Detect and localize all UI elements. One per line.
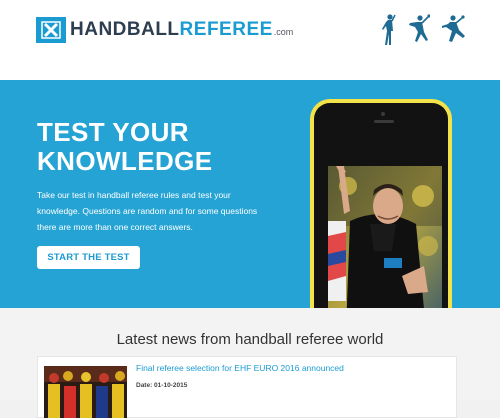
phone-frame (314, 103, 448, 308)
phone-camera (381, 112, 385, 116)
site-header: HANDBALLREFEREE.com (0, 0, 500, 80)
handball-player-throwing-icon (442, 15, 465, 42)
phone-mockup (310, 99, 452, 308)
news-article-title[interactable]: Final referee selection for EHF EURO 201… (136, 363, 344, 373)
logo-mark-icon (36, 17, 66, 43)
news-heading: Latest news from handball referee world (116, 331, 384, 348)
news-card[interactable]: Final referee selection for EHF EURO 201… (37, 356, 457, 418)
news-article-date: Date: 01-10-2015 (136, 382, 188, 389)
handball-player-jumping-icon (409, 14, 430, 42)
news-section: Latest news from handball referee world … (0, 308, 500, 418)
news-thumbnail[interactable] (44, 366, 127, 418)
logo-wordmark: HANDBALLREFEREE.com (70, 19, 293, 41)
start-test-button[interactable]: START THE TEST (37, 246, 140, 269)
hero-title: TEST YOUR KNOWLEDGE (37, 117, 213, 176)
player-icons (382, 14, 466, 46)
logo-brand-ref: REFEREE (179, 19, 273, 40)
hero-banner: TEST YOUR KNOWLEDGE Take our test in han… (0, 80, 500, 308)
handball-player-standing-icon (382, 14, 396, 45)
hero-description: Take our test in handball referee rules … (37, 190, 258, 232)
phone-screen-referee-photo (328, 166, 442, 308)
logo-brand-tld: .com (273, 27, 294, 37)
logo-brand-main: HANDBALL (70, 19, 180, 40)
site-logo[interactable]: HANDBALLREFEREE.com (36, 17, 293, 43)
phone-speaker (374, 120, 394, 123)
